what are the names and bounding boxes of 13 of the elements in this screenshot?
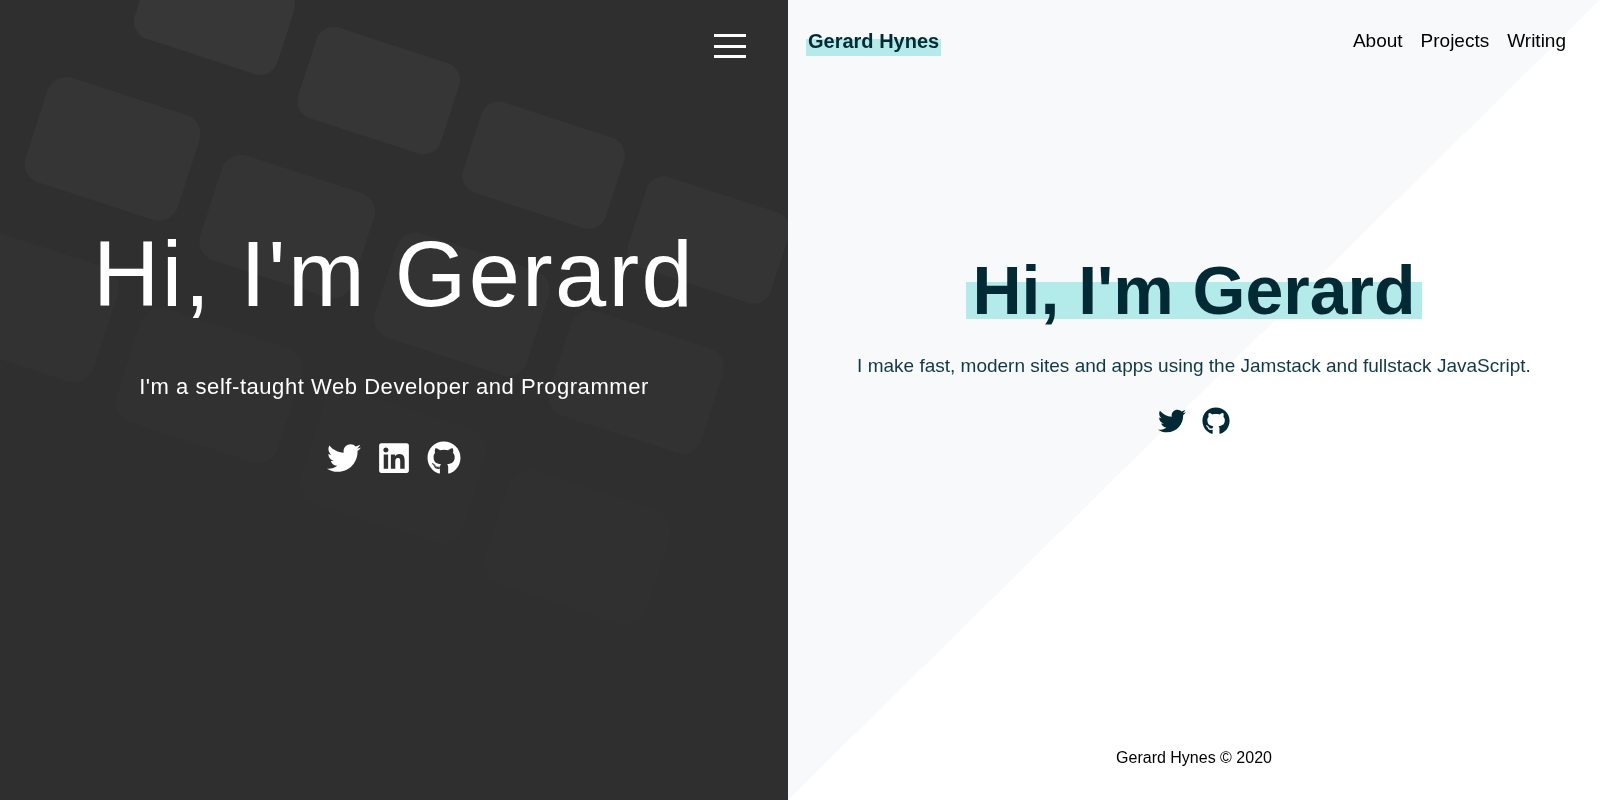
twitter-icon[interactable] (327, 441, 361, 475)
github-icon[interactable] (427, 441, 461, 475)
intro-text: I make fast, modern sites and apps using the Jamstack and fullstack JavaScript. (856, 354, 1532, 378)
linkedin-icon[interactable] (377, 441, 411, 475)
footer-text: Gerard Hynes © 2020 (1116, 748, 1272, 768)
github-icon[interactable] (1202, 407, 1230, 435)
twitter-icon[interactable] (1158, 407, 1186, 435)
nav-link[interactable]: Projects (1420, 26, 1490, 56)
nav-link[interactable]: Writing (1507, 26, 1566, 56)
nav-link[interactable]: About (1352, 26, 1403, 56)
menu-icon[interactable] (714, 34, 746, 58)
hero-heading: Hi, I'm Gerard (93, 228, 695, 320)
tagline: I'm a self-taught Web Developer and Programmer (139, 373, 649, 401)
